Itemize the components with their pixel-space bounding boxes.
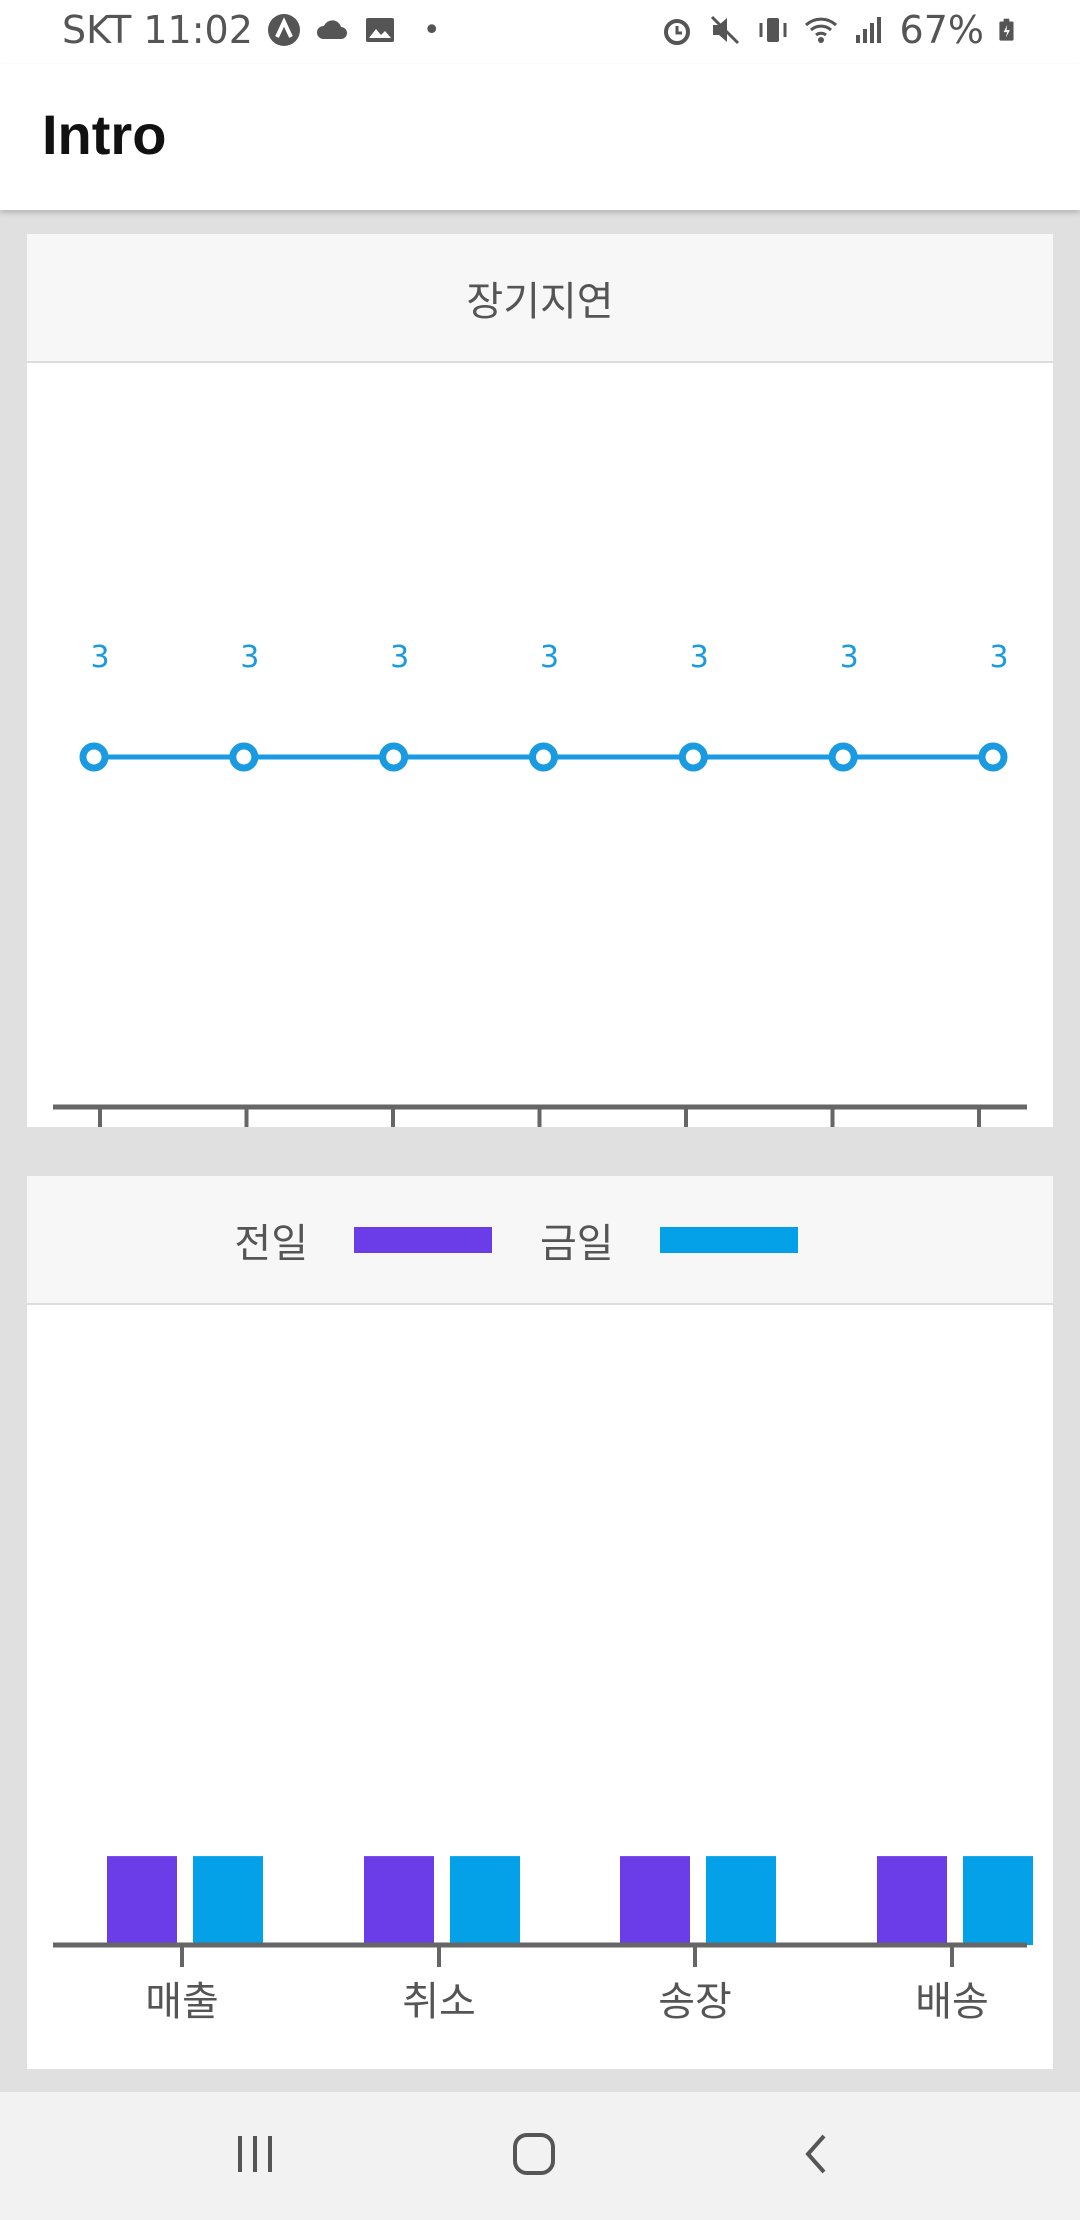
x-tick-label: 배송 [915, 1979, 989, 2025]
data-point [79, 742, 109, 772]
legend-swatch-today [659, 1226, 798, 1253]
data-label: 3 [540, 640, 559, 675]
long-delay-line-chart: 6일차5일차4일차3일차2일차1일차금일3333333 [53, 640, 1027, 1127]
battery-percent: 67% [899, 8, 984, 52]
data-point [529, 742, 558, 772]
app-bar: Intro [0, 64, 1080, 210]
app-icon [267, 14, 300, 46]
x-tick-label: 매출 [145, 1979, 219, 2025]
cloud-icon [316, 20, 347, 39]
bar-today [193, 1856, 263, 1945]
long-delay-card: 장기지연 6일차5일차4일차3일차2일차1일차금일3333333 [27, 234, 1053, 1127]
home-icon[interactable] [510, 2130, 560, 2180]
long-delay-card-header: 장기지연 [27, 234, 1053, 363]
data-label: 3 [390, 640, 409, 675]
status-bar-right: 67% [660, 8, 1022, 52]
x-tick-label: 취소 [402, 1979, 476, 2025]
legend-swatch-yesterday [354, 1226, 492, 1253]
status-bar: SKT 11:02 • 67% [0, 0, 1080, 64]
data-point [828, 742, 858, 772]
daily-compare-card-header: 전일 금일 [27, 1176, 1053, 1305]
image-icon [365, 18, 394, 42]
legend-label-today: 금일 [540, 1220, 614, 1267]
wifi-icon [804, 17, 837, 43]
x-tick-label: 송장 [658, 1979, 732, 2025]
data-label: 3 [989, 640, 1008, 675]
daily-compare-card: 전일 금일 매출 취소 송장 배송 [27, 1176, 1053, 2069]
chart-legend: 전일 금일 [234, 1211, 845, 1269]
status-bar-left: SKT 11:02 • [62, 8, 441, 52]
mute-icon [710, 15, 739, 45]
signal-icon [855, 17, 881, 43]
vibrate-icon [759, 18, 787, 42]
data-label: 3 [840, 640, 859, 675]
data-point [678, 742, 708, 772]
long-delay-title: 장기지연 [466, 278, 614, 325]
alarm-icon [663, 19, 690, 45]
data-point [229, 742, 259, 772]
carrier-time: SKT 11:02 [62, 8, 253, 52]
data-point [379, 742, 409, 772]
data-label: 3 [690, 640, 709, 675]
bar-today [963, 1856, 1033, 1945]
bar-today [706, 1856, 776, 1945]
data-label: 3 [90, 640, 109, 675]
navigation-bar [0, 2092, 1080, 2220]
bar-today [450, 1856, 520, 1945]
battery-icon [999, 18, 1014, 41]
page-title: Intro [42, 103, 167, 166]
recent-apps-icon[interactable] [232, 2130, 280, 2180]
back-icon[interactable] [796, 2130, 836, 2180]
bar-yesterday [364, 1856, 434, 1945]
daily-compare-bar-chart: 매출 취소 송장 배송 [53, 1856, 1033, 2025]
legend-label-yesterday: 전일 [234, 1220, 308, 1267]
bar-yesterday [107, 1856, 177, 1945]
notification-dot: • [422, 12, 441, 48]
data-label: 3 [240, 640, 259, 675]
bar-yesterday [877, 1856, 947, 1945]
data-point [978, 742, 1008, 772]
bar-yesterday [620, 1856, 690, 1945]
